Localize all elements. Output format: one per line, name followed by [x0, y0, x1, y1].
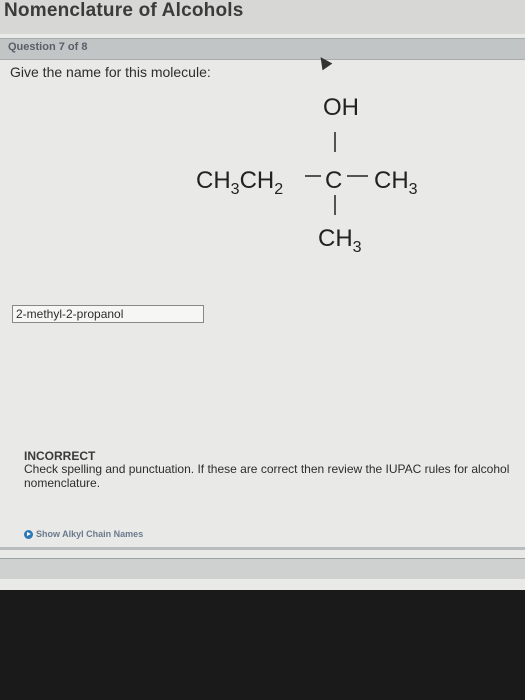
- left-chain-label: CH3CH2: [196, 167, 283, 198]
- play-circle-icon: [24, 529, 33, 539]
- hydroxyl-label: OH: [323, 94, 359, 121]
- show-alkyl-chain-names-link[interactable]: Show Alkyl Chain Names: [24, 526, 143, 542]
- molecule-structure: OH CH3CH2 C CH3 CH3: [196, 94, 418, 256]
- quiz-screen: Nomenclature of Alcohols Question 7 of 8…: [0, 0, 525, 590]
- show-alkyl-chain-names-label: Show Alkyl Chain Names: [36, 529, 144, 539]
- feedback-message: Check spelling and punctuation. If these…: [24, 462, 510, 490]
- footer-bar: [0, 558, 525, 579]
- feedback-status: INCORRECT: [24, 449, 96, 463]
- answer-input[interactable]: [12, 305, 204, 323]
- right-methyl-label: CH3: [374, 167, 418, 198]
- central-carbon-label: C: [325, 167, 342, 194]
- section-divider: [0, 547, 525, 550]
- bottom-methyl-label: CH3: [318, 225, 362, 256]
